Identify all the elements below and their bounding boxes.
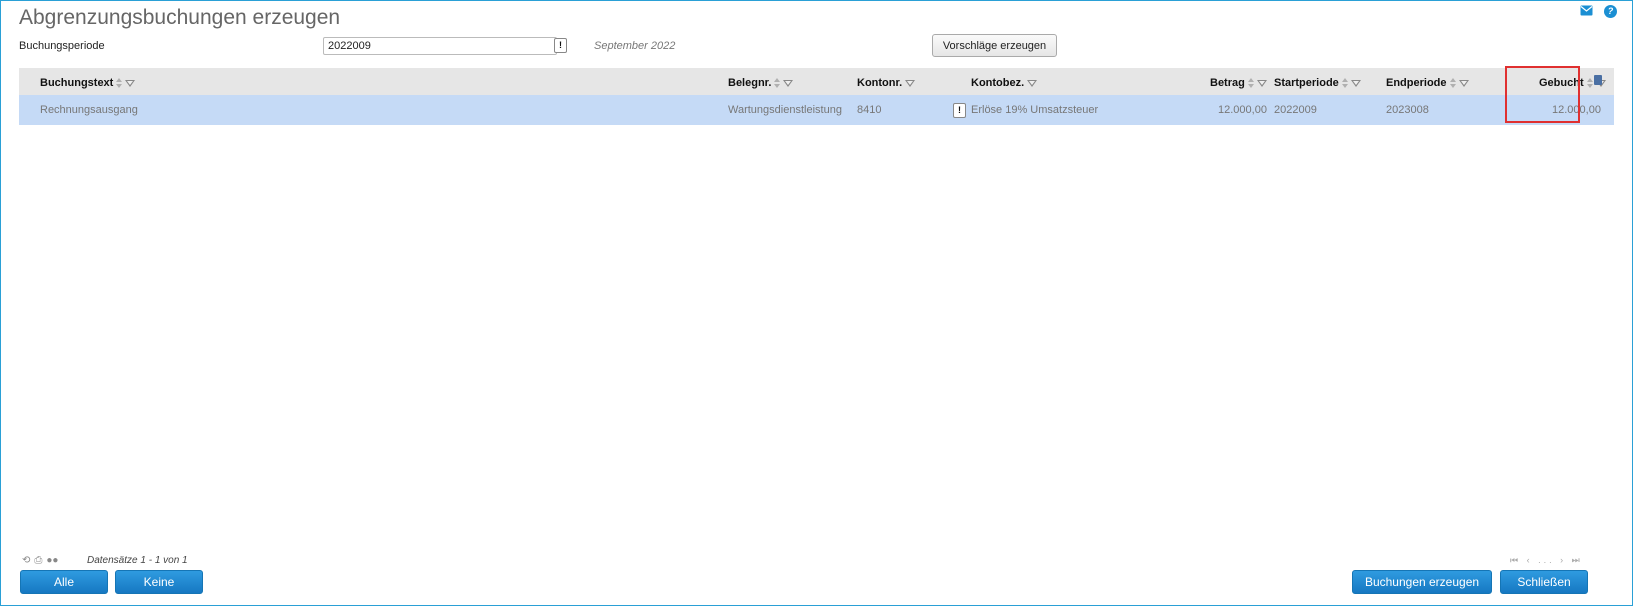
sort-icon[interactable] xyxy=(1247,78,1254,89)
col-label-endperiode: Endperiode xyxy=(1386,77,1447,89)
col-header-belegnr[interactable]: Belegnr. xyxy=(728,77,794,89)
cell-kontonr: 8410 xyxy=(857,104,882,116)
col-label-startperiode: Startperiode xyxy=(1274,77,1339,89)
sort-icon[interactable] xyxy=(1341,78,1348,89)
mail-icon[interactable] xyxy=(1580,5,1593,16)
col-label-kontobez: Kontobez. xyxy=(971,77,1025,89)
cell-buchungstext: Rechnungsausgang xyxy=(40,104,138,116)
col-header-startperiode[interactable]: Startperiode xyxy=(1274,77,1361,89)
pager-controls[interactable]: ⏮ ‹ ... › ⏭ xyxy=(1510,555,1583,566)
select-none-button[interactable]: Keine xyxy=(115,570,203,594)
filter-icon[interactable] xyxy=(1458,79,1469,87)
grid-header: Buchungstext Belegnr. Kontonr. Kontobez.… xyxy=(19,68,1614,95)
cell-kontobez: Erlöse 19% Umsatzsteuer xyxy=(971,104,1099,116)
footer-tools: ⟲ ⎙ ●● xyxy=(22,555,62,566)
cell-belegnr: Wartungsdienstleistung xyxy=(728,104,842,116)
column-chooser-icon[interactable] xyxy=(1594,75,1602,85)
filter-icon[interactable] xyxy=(783,79,794,87)
filter-icon[interactable] xyxy=(905,79,916,87)
cell-endperiode: 2023008 xyxy=(1386,104,1429,116)
toggle-icon[interactable]: ●● xyxy=(46,555,58,566)
period-label: Buchungsperiode xyxy=(19,40,105,52)
filter-icon[interactable] xyxy=(125,79,136,87)
col-label-belegnr: Belegnr. xyxy=(728,77,772,89)
filter-icon[interactable] xyxy=(1027,79,1038,87)
col-label-betrag: Betrag xyxy=(1210,77,1245,89)
print-icon[interactable]: ⎙ xyxy=(34,555,42,566)
account-info-button[interactable]: ! xyxy=(953,103,966,118)
col-label-kontonr: Kontonr. xyxy=(857,77,903,89)
refresh-icon[interactable]: ⟲ xyxy=(22,555,30,566)
sort-icon[interactable] xyxy=(115,78,123,89)
period-info-button[interactable]: ! xyxy=(554,38,567,53)
col-header-betrag[interactable]: Betrag xyxy=(1210,77,1267,89)
table-row[interactable]: Rechnungsausgang Wartungsdienstleistung … xyxy=(19,95,1614,125)
col-header-buchungstext[interactable]: Buchungstext xyxy=(40,77,136,89)
filter-icon[interactable] xyxy=(1256,79,1267,87)
col-header-kontonr[interactable]: Kontonr. xyxy=(857,77,916,89)
select-all-button[interactable]: Alle xyxy=(20,570,108,594)
cell-betrag: 12.000,00 xyxy=(1218,104,1267,116)
create-bookings-button[interactable]: Buchungen erzeugen xyxy=(1352,570,1492,594)
col-header-kontobez[interactable]: Kontobez. xyxy=(971,77,1038,89)
sort-icon[interactable] xyxy=(773,78,781,89)
help-icon-glyph: ? xyxy=(1607,6,1614,16)
sort-icon[interactable] xyxy=(1586,78,1593,89)
period-input[interactable] xyxy=(323,37,557,55)
records-count: Datensätze 1 - 1 von 1 xyxy=(87,555,188,566)
page-title: Abgrenzungsbuchungen erzeugen xyxy=(19,6,341,29)
filter-icon[interactable] xyxy=(1350,79,1361,87)
cell-startperiode: 2022009 xyxy=(1274,104,1317,116)
col-header-endperiode[interactable]: Endperiode xyxy=(1386,77,1469,89)
close-button[interactable]: Schließen xyxy=(1500,570,1588,594)
sort-icon[interactable] xyxy=(1449,78,1456,89)
highlight-annotation-box xyxy=(1505,66,1580,123)
generate-proposals-button[interactable]: Vorschläge erzeugen xyxy=(932,34,1057,57)
col-label-buchungstext: Buchungstext xyxy=(40,77,114,89)
help-icon[interactable]: ? xyxy=(1604,5,1617,18)
period-month-text: September 2022 xyxy=(594,40,676,52)
